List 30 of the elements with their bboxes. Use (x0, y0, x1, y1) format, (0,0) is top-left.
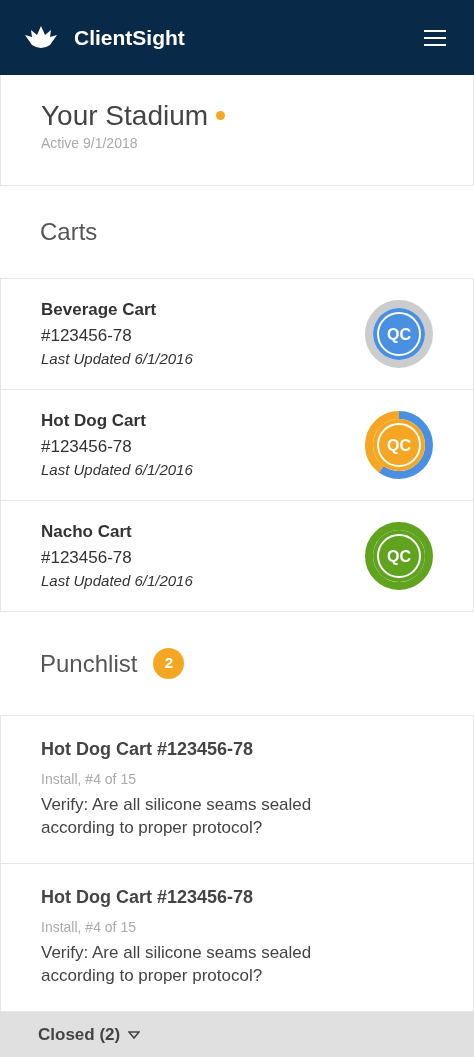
section-heading: Carts (39, 217, 99, 247)
item-question: Verify: Are all silicone seams sealed according to proper protocol? (41, 942, 313, 987)
venue-active-date: Active 9/1/2018 (41, 133, 139, 153)
cart-number: #123456-78 (41, 546, 133, 569)
brand-name[interactable]: ClientSight (74, 21, 185, 54)
cart-name: Nacho Cart (41, 521, 133, 544)
caret-icon (128, 1030, 141, 1039)
cart-name: Beverage Cart (41, 299, 158, 322)
punchlist-item[interactable]: Hot Dog Cart #123456-78 Install, #4 of 15 Verify: Are all silicone seams sealed according to proper protocol? (1, 863, 473, 1011)
item-meta: Install, #4 of 15 (41, 770, 137, 789)
menu-icon[interactable] (424, 29, 446, 48)
closed-toggle[interactable]: Closed (2) (0, 1012, 474, 1057)
cart-row[interactable]: Hot Dog Cart #123456-78 Last Updated 6/1/2016 QC (1, 389, 473, 500)
cart-number: #123456-78 (41, 324, 133, 347)
last-updated: Last Updated 6/1/2016 (41, 460, 193, 481)
item-title: Hot Dog Cart #123456-78 (41, 738, 255, 761)
item-question: Verify: Are all silicone seams sealed according to proper protocol? (41, 794, 313, 839)
cart-row[interactable]: Nacho Cart #123456-78 Last Updated 6/1/2016 QC (1, 500, 473, 611)
cart-name: Hot Dog Cart (41, 410, 147, 433)
last-updated: Last Updated 6/1/2016 (41, 349, 193, 370)
last-updated: Last Updated 6/1/2016 (41, 571, 193, 592)
crown-logo-icon (24, 24, 58, 51)
venue-title: Your Stadium (41, 99, 209, 133)
cart-row[interactable]: Beverage Cart #123456-78 Last Updated 6/1/2016 QC (1, 278, 473, 389)
cart-number: #123456-78 (41, 435, 133, 458)
item-title: Hot Dog Cart #123456-78 (41, 886, 255, 909)
section-heading: Punchlist (39, 648, 138, 679)
count-badge: 2 (153, 648, 185, 679)
punchlist-item[interactable]: Hot Dog Cart #123456-78 Install, #4 of 15 Verify: Are all silicone seams sealed according to proper protocol? (1, 715, 473, 863)
item-meta: Install, #4 of 15 (41, 918, 137, 937)
